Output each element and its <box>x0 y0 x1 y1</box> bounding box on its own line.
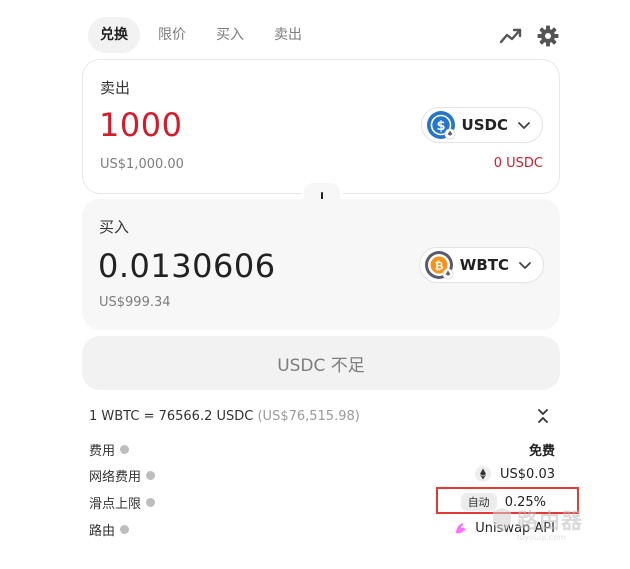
sell-token-selector[interactable]: $ USDC <box>420 107 543 143</box>
route-label: 路由 <box>89 524 116 539</box>
buy-amount-input[interactable]: 0.0130606 <box>98 247 276 285</box>
sell-balance: 0 USDC <box>493 156 543 171</box>
buy-token-symbol: WBTC <box>459 256 509 274</box>
svg-text:$: $ <box>436 119 445 134</box>
max-slippage-label: 滑点上限 <box>89 497 142 512</box>
fee-value: 免费 <box>528 444 555 459</box>
sell-amount-input[interactable]: 1000 <box>99 106 182 144</box>
info-icon[interactable] <box>120 445 130 454</box>
buy-token-selector[interactable]: ₿ WBTC <box>418 247 544 283</box>
rate-text: 1 WBTC = 76566.2 USDC <box>89 409 254 424</box>
buy-usd-value: US$999.34 <box>99 295 171 310</box>
tab-swap[interactable]: 兑换 <box>88 17 140 53</box>
info-icon[interactable] <box>146 471 156 480</box>
route-row: 路由 Uniswap API <box>89 520 555 540</box>
info-icon[interactable] <box>120 525 130 534</box>
exchange-rate[interactable]: 1 WBTC = 76566.2 USDC (US$76,515.98) <box>89 409 360 424</box>
tab-buy[interactable]: 买入 <box>204 17 256 53</box>
tab-limit[interactable]: 限价 <box>146 17 198 53</box>
chevron-down-icon <box>516 117 532 133</box>
svg-text:₿: ₿ <box>434 260 443 273</box>
trade-mode-tabs: 兑换 限价 买入 卖出 <box>88 17 320 53</box>
chevron-down-icon <box>517 257 533 273</box>
network-fee-label: 网络费用 <box>89 470 142 485</box>
watermark-text: 路由器 <box>517 509 583 533</box>
fee-label: 费用 <box>89 444 116 459</box>
buy-panel: 买入 0.0130606 US$999.34 ₿ WBTC <box>82 199 560 330</box>
buy-label: 买入 <box>99 218 130 236</box>
watermark-logo: 路由器 luyouqi.com <box>491 505 583 542</box>
collapse-details-icon[interactable] <box>535 408 551 424</box>
network-fee-row: 网络费用 US$0.03 <box>89 466 555 486</box>
chart-trend-icon[interactable] <box>499 24 523 48</box>
watermark-url: luyouqi.com <box>517 533 566 542</box>
usdc-token-icon: $ <box>426 110 456 140</box>
info-icon[interactable] <box>146 498 156 507</box>
sell-usd-value: US$1,000.00 <box>100 157 184 172</box>
wbtc-token-icon: ₿ <box>424 250 454 280</box>
settings-gear-icon[interactable] <box>536 24 560 48</box>
fee-row: 费用 免费 <box>89 440 555 460</box>
tab-sell[interactable]: 卖出 <box>262 17 314 53</box>
insufficient-balance-button[interactable]: USDC 不足 <box>82 336 560 390</box>
router-logo-icon <box>493 508 511 532</box>
uniswap-icon <box>453 520 469 536</box>
sell-token-symbol: USDC <box>461 116 508 134</box>
network-fee-value: US$0.03 <box>500 466 555 482</box>
sell-panel: 卖出 1000 US$1,000.00 $ USDC 0 USDC <box>82 59 560 194</box>
ethereum-icon <box>475 466 492 482</box>
rate-usd: (US$76,515.98) <box>257 409 360 424</box>
sell-label: 卖出 <box>100 79 131 97</box>
